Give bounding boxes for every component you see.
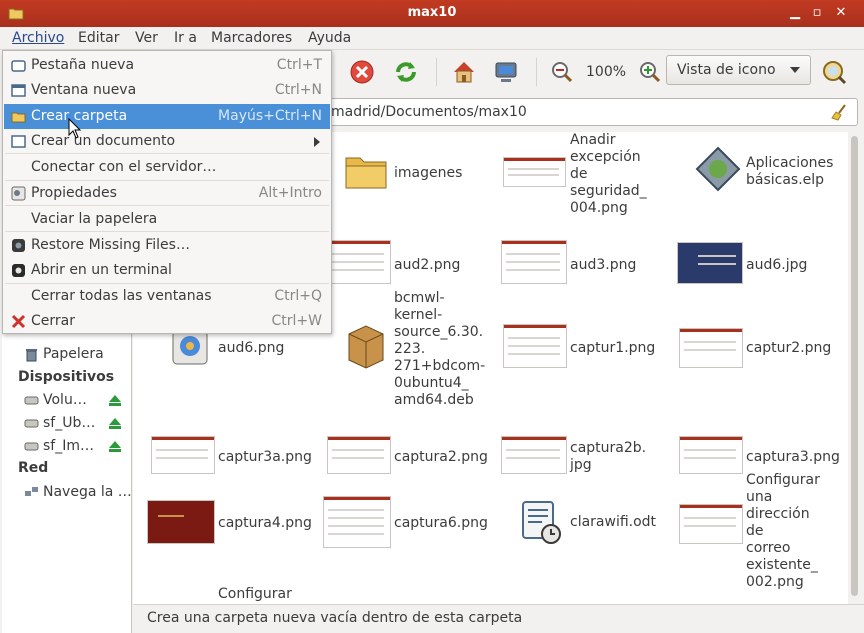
sidebar-header-network: Red — [18, 460, 49, 476]
menu-item-restore-files[interactable]: Restore Missing Files… — [4, 233, 330, 258]
menu-archivo[interactable]: Archivo — [12, 30, 64, 46]
zoom-level: 100% — [586, 64, 627, 80]
minimize-button[interactable]: ▁ — [786, 4, 804, 22]
eject-icon[interactable] — [108, 439, 122, 453]
package-icon — [348, 325, 384, 369]
menu-bar: Archivo Editar Ver Ir a Marcadores Ayuda — [0, 27, 864, 50]
home-icon[interactable] — [450, 58, 478, 86]
image-thumbnail — [679, 328, 743, 368]
new-window-icon — [11, 84, 26, 97]
network-icon — [25, 487, 38, 496]
menu-item-close-all[interactable]: Cerrar todas las ventanas Ctrl+Q — [4, 284, 330, 309]
menu-marcadores[interactable]: Marcadores — [211, 30, 292, 46]
mouse-cursor-icon — [68, 118, 82, 139]
menu-separator — [5, 205, 329, 206]
close-button[interactable]: ✕ — [832, 4, 850, 22]
menu-separator — [5, 153, 329, 154]
menu-ver[interactable]: Ver — [135, 30, 158, 46]
drive-icon — [24, 419, 39, 428]
zoom-in-icon[interactable] — [636, 58, 664, 86]
menu-item-create-folder[interactable]: Crear carpeta Mayús+Ctrl+N — [4, 104, 330, 129]
location-input[interactable]: madrid/Documentos/max10 — [320, 98, 858, 126]
image-thumbnail — [151, 436, 215, 474]
status-text: Crea una carpeta nueva vacía dentro de e… — [147, 610, 523, 626]
new-tab-icon — [11, 60, 26, 72]
image-thumbnail — [323, 496, 391, 548]
image-thumbnail — [501, 240, 567, 284]
image-thumbnail — [677, 242, 743, 284]
menu-item-connect-server[interactable]: Conectar con el servidor… — [4, 155, 330, 180]
elp-file-icon — [695, 146, 741, 192]
toolbar-separator — [536, 58, 537, 86]
menu-item-new-tab[interactable]: Pestaña nueva Ctrl+T — [4, 53, 330, 78]
archivo-menu: Pestaña nueva Ctrl+T Ventana nueva Ctrl+… — [2, 50, 332, 334]
title-bar: max10 ▁ ▫ ✕ — [0, 0, 864, 27]
new-document-icon — [11, 135, 26, 148]
eject-icon[interactable] — [108, 393, 122, 407]
chevron-down-icon — [790, 67, 800, 73]
toolbar-separator — [436, 58, 437, 86]
image-thumbnail — [503, 324, 567, 368]
image-thumbnail — [503, 157, 566, 187]
eject-icon[interactable] — [108, 416, 122, 430]
drive-icon — [24, 442, 39, 451]
image-thumbnail — [679, 504, 743, 544]
window-title: max10 — [407, 5, 457, 20]
menu-item-properties[interactable]: Propiedades Alt+Intro — [4, 181, 330, 206]
menu-separator — [5, 231, 329, 232]
location-path: madrid/Documentos/max10 — [331, 104, 527, 120]
zoom-out-icon[interactable] — [548, 58, 576, 86]
image-thumbnail — [147, 500, 215, 544]
close-icon — [11, 314, 26, 329]
status-bar: Crea una carpeta nueva vacía dentro de e… — [133, 604, 864, 633]
restore-icon — [12, 239, 25, 252]
menu-item-empty-trash[interactable]: Vaciar la papelera — [4, 207, 330, 232]
menu-item-close[interactable]: Cerrar Ctrl+W — [4, 309, 330, 334]
drive-icon — [24, 396, 39, 405]
menu-ir-a[interactable]: Ir a — [174, 30, 197, 46]
terminal-icon — [12, 264, 25, 277]
scrollbar-thumb[interactable] — [851, 136, 858, 596]
image-thumbnail — [325, 240, 391, 284]
search-icon[interactable] — [820, 58, 848, 86]
image-thumbnail — [327, 436, 391, 474]
submenu-arrow-icon — [314, 137, 320, 147]
sidebar-header-devices: Dispositivos — [18, 369, 115, 385]
view-mode-select[interactable]: Vista de icono — [666, 55, 811, 85]
computer-icon[interactable] — [492, 58, 520, 86]
clear-icon[interactable] — [831, 103, 849, 121]
folder-icon — [11, 112, 26, 123]
menu-item-open-terminal[interactable]: Abrir en un terminal — [4, 258, 330, 283]
image-thumbnail — [679, 436, 743, 474]
document-icon — [522, 501, 561, 544]
trash-icon — [26, 349, 37, 362]
menu-item-create-document[interactable]: Crear un documento — [4, 129, 330, 154]
vertical-scrollbar[interactable] — [848, 132, 862, 604]
folder-icon — [345, 157, 387, 189]
reload-icon[interactable] — [392, 58, 420, 86]
view-mode-value: Vista de icono — [677, 62, 776, 78]
menu-item-new-window[interactable]: Ventana nueva Ctrl+N — [4, 78, 330, 103]
stop-icon[interactable] — [348, 58, 376, 86]
maximize-button[interactable]: ▫ — [808, 4, 826, 22]
image-thumbnail — [501, 436, 567, 474]
properties-icon — [11, 186, 26, 201]
menu-ayuda[interactable]: Ayuda — [308, 30, 351, 46]
menu-editar[interactable]: Editar — [78, 30, 119, 46]
